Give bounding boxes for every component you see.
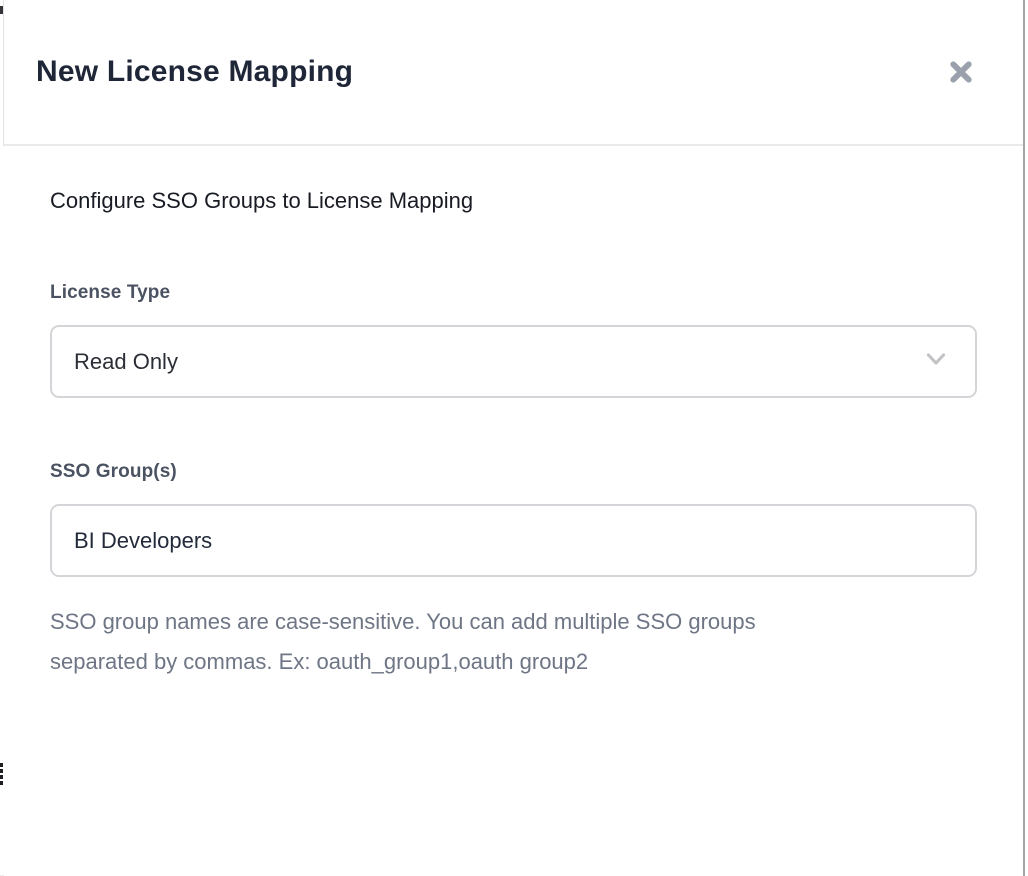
license-type-label: License Type xyxy=(50,281,977,305)
sso-groups-help-line-1: SSO group names are case-sensitive. You … xyxy=(50,602,977,642)
dialog-subtitle: Configure SSO Groups to License Mapping xyxy=(50,187,977,215)
dialog-body: Configure SSO Groups to License Mapping … xyxy=(4,146,1023,682)
sso-groups-help-text: SSO group names are case-sensitive. You … xyxy=(50,602,977,682)
sso-groups-label: SSO Group(s) xyxy=(50,460,977,484)
chevron-down-icon xyxy=(922,345,950,379)
license-type-field: License Type Read Only xyxy=(50,281,977,398)
sso-groups-input[interactable] xyxy=(50,504,977,577)
close-button[interactable] xyxy=(941,52,981,92)
dialog-title: New License Mapping xyxy=(36,55,353,89)
x-icon xyxy=(945,76,977,91)
page-background: New License Mapping Configure SSO Groups… xyxy=(0,0,1028,876)
sso-groups-help-line-2: separated by commas. Ex: oauth_group1,oa… xyxy=(50,642,977,682)
sso-groups-field: SSO Group(s) SSO group names are case-se… xyxy=(50,460,977,682)
background-top-left-mark xyxy=(0,6,3,14)
license-type-select[interactable]: Read Only xyxy=(50,325,977,398)
license-type-selected-value: Read Only xyxy=(74,349,178,375)
dialog-header: New License Mapping xyxy=(4,0,1023,146)
background-right-edge xyxy=(1023,0,1025,876)
new-license-mapping-dialog: New License Mapping Configure SSO Groups… xyxy=(4,0,1023,876)
